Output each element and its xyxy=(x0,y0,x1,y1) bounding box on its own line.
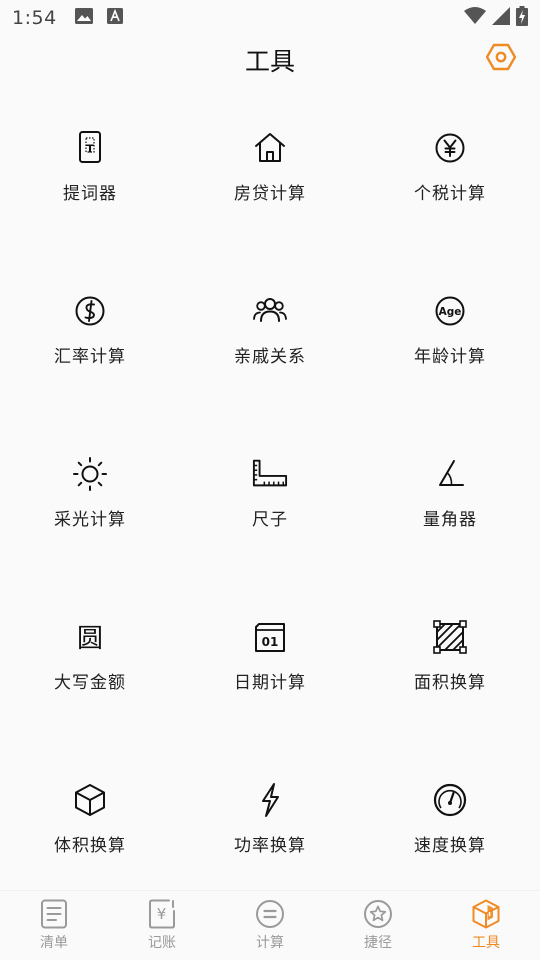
tool-daylight[interactable]: 采光计算 xyxy=(0,410,180,573)
tool-label: 体积换算 xyxy=(54,836,126,856)
nav-label: 工具 xyxy=(472,935,500,951)
tool-protractor[interactable]: 量角器 xyxy=(360,410,540,573)
tool-relatives[interactable]: 亲戚关系 xyxy=(180,247,360,410)
tool-power[interactable]: 功率换算 xyxy=(180,736,360,899)
tool-grid: T 提词器 房贷计算 个税计算 汇率计算 亲戚关系 Age 年龄计算 采光计算 … xyxy=(0,84,540,899)
tool-age[interactable]: Age 年龄计算 xyxy=(360,247,540,410)
status-bar: 1:54 xyxy=(0,0,540,36)
calendar-icon-number: 01 xyxy=(262,635,279,649)
tool-teleprompter[interactable]: T 提词器 xyxy=(0,84,180,247)
calculator-equals-icon xyxy=(255,899,285,929)
tool-label: 量角器 xyxy=(423,510,477,530)
nav-label: 捷径 xyxy=(364,935,392,951)
tool-label: 提词器 xyxy=(63,184,117,204)
nav-label: 计算 xyxy=(256,935,284,951)
page-title: 工具 xyxy=(244,47,295,76)
tool-label: 面积换算 xyxy=(414,673,486,693)
yuan-character-glyph: 圆 xyxy=(77,624,103,654)
sun-icon xyxy=(72,456,108,492)
speedometer-icon xyxy=(432,782,468,818)
app-bar: 工具 xyxy=(0,36,540,84)
tool-label: 采光计算 xyxy=(54,510,126,530)
hexagon-settings-icon xyxy=(485,42,517,76)
status-time: 1:54 xyxy=(12,7,57,29)
age-icon: Age xyxy=(432,293,468,329)
tool-ruler[interactable]: 尺子 xyxy=(180,410,360,573)
nav-item-shortcuts[interactable]: 捷径 xyxy=(324,891,432,960)
settings-button[interactable] xyxy=(484,42,518,76)
tool-area[interactable]: 面积换算 xyxy=(360,573,540,736)
nav-item-list[interactable]: 清单 xyxy=(0,891,108,960)
status-notification-icons xyxy=(74,8,123,28)
tool-label: 日期计算 xyxy=(234,673,306,693)
status-system-icons xyxy=(464,6,528,30)
teleprompter-icon: T xyxy=(72,130,108,166)
protractor-icon xyxy=(432,456,468,492)
ledger-yen-glyph: ¥ xyxy=(157,905,167,923)
battery-charging-icon xyxy=(516,6,528,30)
tool-income-tax[interactable]: 个税计算 xyxy=(360,84,540,247)
nav-label: 记账 xyxy=(148,935,176,951)
ledger-yen-icon: ¥ xyxy=(147,899,177,929)
nav-label: 清单 xyxy=(40,935,68,951)
tool-mortgage[interactable]: 房贷计算 xyxy=(180,84,360,247)
calendar-icon: 01 xyxy=(252,619,288,655)
list-icon xyxy=(39,899,69,929)
nav-item-tools[interactable]: 工具 xyxy=(432,891,540,960)
tool-label: 汇率计算 xyxy=(54,347,126,367)
screen: 1:54 工具 T 提词器 房贷计算 个税计算 汇率计算 亲戚关系 Age 年龄… xyxy=(0,0,540,960)
people-icon xyxy=(252,293,288,329)
tool-label: 个税计算 xyxy=(414,184,486,204)
tool-label: 尺子 xyxy=(252,510,288,530)
ruler-icon xyxy=(252,456,288,492)
tool-label: 年龄计算 xyxy=(414,347,486,367)
house-icon xyxy=(252,130,288,166)
tool-label: 大写金额 xyxy=(54,673,126,693)
toolbox-icon xyxy=(471,899,501,929)
tool-speed[interactable]: 速度换算 xyxy=(360,736,540,899)
nav-item-ledger[interactable]: ¥ 记账 xyxy=(108,891,216,960)
teleprompter-icon-letter: T xyxy=(86,143,94,156)
tool-label: 功率换算 xyxy=(234,836,306,856)
yen-circle-icon xyxy=(432,130,468,166)
cell-signal-icon xyxy=(492,7,510,29)
image-notification-icon xyxy=(74,8,93,28)
star-circle-icon xyxy=(363,899,393,929)
bottom-nav: 清单 ¥ 记账 计算 捷径 工具 xyxy=(0,890,540,960)
currency-exchange-icon xyxy=(72,293,108,329)
yuan-character-icon: 圆 xyxy=(72,619,108,655)
font-notification-icon xyxy=(106,8,123,28)
tool-date[interactable]: 01 日期计算 xyxy=(180,573,360,736)
age-icon-text: Age xyxy=(439,306,462,318)
tool-capital-amount[interactable]: 圆 大写金额 xyxy=(0,573,180,736)
tool-label: 房贷计算 xyxy=(234,184,306,204)
tool-exchange-rate[interactable]: 汇率计算 xyxy=(0,247,180,410)
tool-volume[interactable]: 体积换算 xyxy=(0,736,180,899)
cube-icon xyxy=(72,782,108,818)
tool-label: 速度换算 xyxy=(414,836,486,856)
nav-item-calculate[interactable]: 计算 xyxy=(216,891,324,960)
lightning-icon xyxy=(252,782,288,818)
area-icon xyxy=(432,619,468,655)
wifi-icon xyxy=(464,7,486,29)
tool-label: 亲戚关系 xyxy=(234,347,306,367)
